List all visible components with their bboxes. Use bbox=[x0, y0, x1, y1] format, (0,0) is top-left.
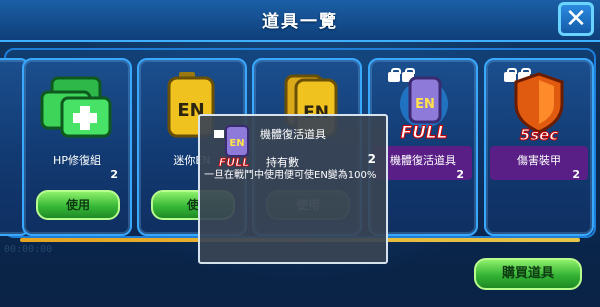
svg-text:FULL: FULL bbox=[400, 123, 447, 143]
item-name: HP修復組 bbox=[53, 154, 101, 167]
item-count: 2 bbox=[572, 168, 580, 181]
item-list-screen: 道具一覽 ✕ HP修復組 2 使用 EN 迷你EN 使 EN EN FULL 機… bbox=[0, 0, 600, 307]
use-button[interactable]: 使用 bbox=[36, 190, 120, 220]
item-name: 傷害裝甲 bbox=[517, 154, 561, 167]
item-card-hp-repair[interactable]: HP修復組 2 使用 bbox=[22, 58, 132, 236]
item-count: 2 bbox=[456, 168, 464, 181]
close-button[interactable]: ✕ bbox=[558, 2, 594, 36]
medkit-icon bbox=[34, 68, 120, 144]
revive-battery-icon: EN FULL bbox=[380, 68, 466, 144]
tooltip-description: 一旦在戰鬥中使用便可使EN變為100% bbox=[204, 170, 377, 181]
svg-text:EN: EN bbox=[415, 97, 435, 112]
tooltip-have-count: 2 bbox=[367, 152, 376, 166]
item-count: 2 bbox=[110, 168, 118, 181]
close-icon: ✕ bbox=[565, 4, 587, 34]
tooltip-title: 機體復活道具 bbox=[260, 128, 326, 141]
svg-text:5sec: 5sec bbox=[520, 126, 559, 144]
item-tooltip: EN FULL 機體復活道具 持有數 2 一旦在戰鬥中使用便可使EN變為100% bbox=[198, 114, 388, 264]
header-bar: 道具一覽 ✕ bbox=[0, 0, 600, 42]
shield-icon: 5sec bbox=[496, 68, 582, 145]
page-title: 道具一覽 bbox=[262, 12, 338, 32]
background-timer-text: 00:00:00 bbox=[4, 244, 53, 255]
item-card-damage-armor[interactable]: 5sec 傷害裝甲 2 bbox=[484, 58, 594, 236]
buy-items-button[interactable]: 購買道具 bbox=[474, 258, 582, 290]
